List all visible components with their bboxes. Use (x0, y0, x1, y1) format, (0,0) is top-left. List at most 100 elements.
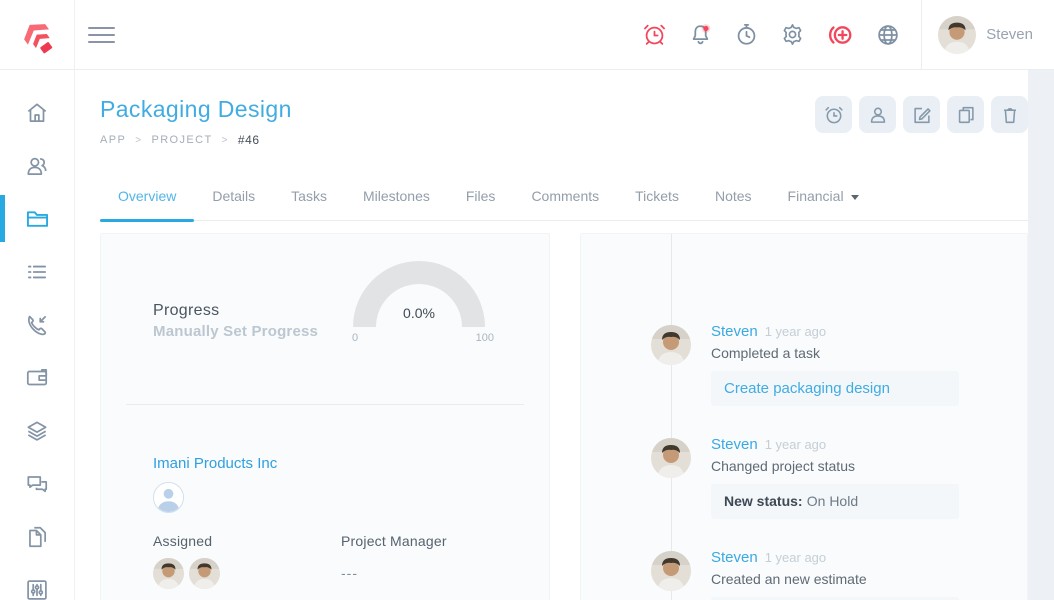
timeline-timestamp: 1 year ago (764, 550, 827, 565)
notifications-bell-icon[interactable] (688, 22, 713, 47)
breadcrumb-separator: > (135, 134, 143, 146)
project-manager-label: Project Manager (341, 533, 447, 549)
tab-overview[interactable]: Overview (100, 188, 195, 222)
project-manager-value: --- (341, 565, 358, 581)
sidebar-item-layers[interactable] (0, 404, 74, 457)
sidebar-item-settings[interactable] (0, 563, 74, 600)
finance-wallet-icon (26, 368, 48, 385)
sidebar-item-home[interactable] (0, 86, 74, 139)
topbar: Steven (0, 0, 1054, 70)
timeline-action: Completed a task (711, 345, 820, 361)
timeline: Steven 1 year ago Completed a task Creat… (581, 234, 1027, 600)
sidebar-item-tasks[interactable] (0, 245, 74, 298)
tab-bar: Overview Details Tasks Milestones Files … (100, 188, 1028, 222)
duplicate-icon (958, 106, 974, 123)
gauge-max-label: 100 (475, 332, 494, 344)
timeline-timestamp: 1 year ago (764, 437, 827, 452)
assigned-avatar[interactable] (189, 558, 220, 589)
tab-milestones[interactable]: Milestones (345, 188, 448, 220)
settings-sliders-icon (27, 579, 47, 600)
gauge-value: 0.0% (403, 305, 435, 321)
sidebar-item-messenger[interactable] (0, 457, 74, 510)
sidebar-item-contacts[interactable] (0, 139, 74, 192)
sidebar-item-projects[interactable] (0, 192, 74, 245)
tab-notes[interactable]: Notes (697, 188, 770, 220)
assigned-section: Assigned (153, 533, 341, 589)
timer-button[interactable] (815, 96, 852, 133)
timeline-action: Changed project status (711, 458, 855, 474)
content-panel: Packaging Design APP > PROJECT > #46 Ove… (75, 70, 1028, 600)
duplicate-button[interactable] (947, 96, 984, 133)
sidebar-item-finance[interactable] (0, 351, 74, 404)
edit-button[interactable] (903, 96, 940, 133)
app-logo[interactable] (0, 0, 75, 70)
avatar[interactable] (651, 325, 691, 365)
task-link[interactable]: Create packaging design (724, 380, 890, 397)
gauge-min-label: 0 (352, 332, 359, 344)
timeline-entry: Steven 1 year ago Created an new estimat… (581, 549, 1027, 600)
trash-icon (1003, 107, 1016, 123)
progress-subtitle: Manually Set Progress (153, 323, 319, 340)
timeline-entry: Steven 1 year ago Changed project status… (581, 436, 1027, 520)
breadcrumb-app[interactable]: APP (100, 134, 126, 146)
edit-icon (913, 107, 931, 123)
timeline-user-link[interactable]: Steven (711, 549, 758, 566)
sidebar-item-calls[interactable] (0, 298, 74, 351)
user-menu[interactable]: Steven (921, 0, 1054, 70)
assigned-avatar[interactable] (153, 558, 184, 589)
status-value: On Hold (806, 493, 859, 509)
timeline-entry: Steven 1 year ago Completed a task Creat… (581, 323, 1027, 407)
assigned-label: Assigned (153, 533, 213, 549)
globe-icon[interactable] (875, 22, 901, 48)
breadcrumb: APP > PROJECT > #46 (100, 133, 292, 147)
stopwatch-icon[interactable] (734, 22, 759, 47)
avatar (938, 15, 977, 54)
settings-gear-icon[interactable] (780, 22, 805, 47)
timeline-user-link[interactable]: Steven (711, 323, 758, 340)
company-link[interactable]: Imani Products Inc (153, 455, 277, 472)
divider (126, 404, 524, 405)
alarm-clock-icon[interactable] (642, 22, 667, 47)
project-manager-section: Project Manager --- (341, 533, 447, 589)
tab-files[interactable]: Files (448, 188, 514, 220)
calls-phone-icon (28, 315, 47, 335)
timeline-detail-box: Create packaging design (711, 371, 959, 406)
timeline-timestamp: 1 year ago (764, 324, 827, 339)
gauge-arc (353, 261, 485, 327)
flowlu-logo-icon (24, 23, 53, 53)
assign-user-button[interactable] (859, 96, 896, 133)
page-header: Packaging Design APP > PROJECT > #46 (100, 96, 292, 147)
timeline-action: Created an new estimate (711, 571, 867, 587)
hamburger-icon (88, 22, 115, 48)
breadcrumb-current: #46 (237, 133, 260, 147)
delete-button[interactable] (991, 96, 1028, 133)
messenger-chat-icon (27, 475, 48, 492)
tab-tasks[interactable]: Tasks (273, 188, 345, 220)
add-record-icon[interactable] (826, 21, 854, 49)
progress-title: Progress (153, 302, 220, 319)
chevron-down-icon (850, 194, 859, 200)
header-actions (815, 96, 1028, 133)
layers-icon (27, 420, 47, 441)
breadcrumb-project[interactable]: PROJECT (151, 134, 212, 146)
sidebar-item-documents[interactable] (0, 510, 74, 563)
status-label: New status: (724, 493, 803, 509)
menu-toggle-button[interactable] (88, 15, 128, 55)
contacts-icon (27, 157, 47, 175)
tab-comments[interactable]: Comments (513, 188, 617, 220)
user-name: Steven (986, 26, 1033, 43)
alarm-clock-icon (824, 106, 843, 123)
breadcrumb-separator: > (221, 134, 229, 146)
company-avatar[interactable] (153, 482, 184, 513)
tasks-list-icon (27, 265, 47, 278)
timeline-user-link[interactable]: Steven (711, 436, 758, 453)
progress-gauge: 0.0% 0 100 (344, 249, 494, 344)
timeline-detail-box: New status: On Hold (711, 484, 959, 519)
avatar[interactable] (651, 438, 691, 478)
page-title: Packaging Design (100, 96, 292, 122)
tab-financial[interactable]: Financial (770, 188, 877, 220)
tab-details[interactable]: Details (194, 188, 273, 220)
avatar[interactable] (651, 551, 691, 591)
activity-timeline-card: Steven 1 year ago Completed a task Creat… (580, 233, 1028, 600)
tab-tickets[interactable]: Tickets (617, 188, 697, 220)
